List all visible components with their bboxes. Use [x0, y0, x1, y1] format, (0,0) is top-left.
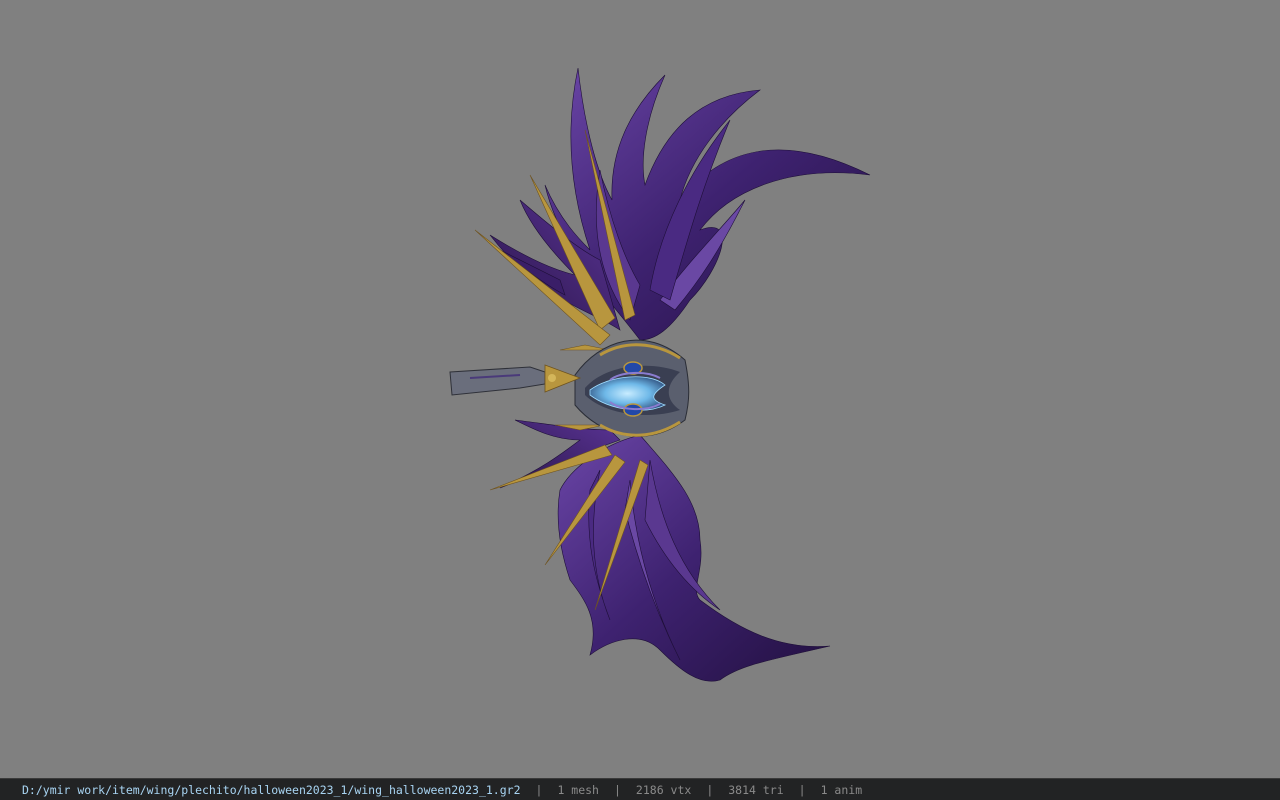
separator: | [798, 782, 806, 797]
file-path: D:/ymir work/item/wing/plechito/hallowee… [22, 782, 521, 797]
central-ornament [574, 339, 690, 437]
side-blade [449, 364, 582, 396]
mesh-count: 1 mesh [557, 782, 599, 797]
separator: | [535, 782, 543, 797]
separator: | [706, 782, 714, 797]
vertex-count: 2186 vtx [635, 782, 692, 797]
separator: | [613, 782, 621, 797]
model-viewport[interactable] [0, 0, 1280, 778]
lower-wing [499, 419, 831, 682]
triangle-count: 3814 tri [728, 782, 784, 797]
wing-model-render [449, 67, 871, 682]
anim-count: 1 anim [820, 782, 863, 797]
status-bar: D:/ymir work/item/wing/plechito/hallowee… [0, 778, 1280, 800]
